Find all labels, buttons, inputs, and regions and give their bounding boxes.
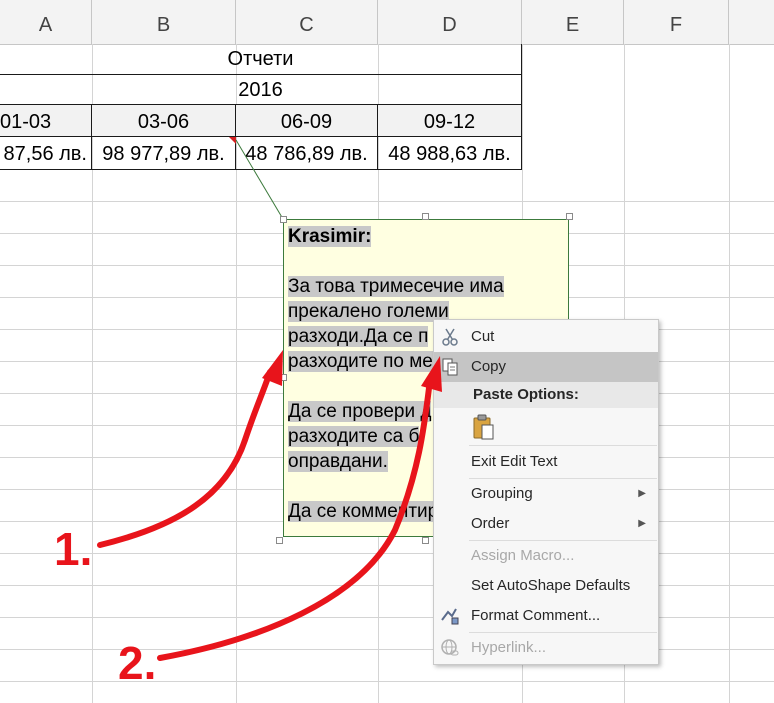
resize-handle-ne[interactable] [566,213,573,220]
table-year-cell[interactable]: 2016 [0,75,522,105]
column-header-e[interactable]: E [522,0,624,44]
column-header-b[interactable]: B [92,0,236,44]
menu-item-label: Hyperlink... [471,639,547,656]
comment-line: Да се комментир [288,501,439,522]
comment-author: Krasimir: [288,226,372,247]
menu-item-set-autoshape-defaults[interactable]: Set AutoShape Defaults [434,571,658,601]
column-header-f[interactable]: F [624,0,729,44]
paste-options-header: Paste Options: [434,382,658,408]
menu-separator [469,445,657,446]
menu-item-exit-edit-text[interactable]: Exit Edit Text [434,447,658,477]
comment-line: оправдани. [288,451,388,472]
comment-line: разходите са б [288,426,420,447]
comment-line: Да се провери д [288,401,432,422]
column-header-a[interactable]: A [0,0,92,44]
value-cell-c[interactable]: 48 786,89 лв. [236,137,378,170]
menu-item-label: Grouping [471,485,533,502]
globe-link-icon [440,638,460,658]
menu-item-label: Exit Edit Text [471,453,558,470]
copy-icon [440,357,460,377]
scissors-icon [440,327,460,347]
menu-item-label: Copy [471,358,507,375]
menu-item-format-comment[interactable]: Format Comment... [434,601,658,631]
period-cell-d[interactable]: 09-12 [378,105,522,137]
format-comment-icon [440,606,460,626]
arrow-1 [97,369,273,548]
column-header-c[interactable]: C [236,0,378,44]
submenu-arrow-icon: ▶ [638,488,646,499]
grid-row-line [0,201,774,202]
grid-row-line [0,681,774,682]
grid-column-line [729,44,730,703]
callout-1: 1. [54,523,93,575]
menu-item-copy[interactable]: Copy [434,352,658,382]
value-cell-d[interactable]: 48 988,63 лв. [378,137,522,170]
comment-line: За това тримесечие има [288,276,504,297]
resize-handle-s[interactable] [422,537,429,544]
paste-options-label: Paste Options: [473,386,579,403]
menu-item-label: Assign Macro... [471,547,575,564]
callout-2: 2. [118,637,157,689]
clipboard-icon[interactable] [472,414,496,442]
resize-handle-w[interactable] [280,374,287,381]
menu-item-assign-macro[interactable]: Assign Macro... [434,541,658,571]
menu-item-label: Order [471,515,510,532]
resize-handle-n[interactable] [422,213,429,220]
menu-item-grouping[interactable]: Grouping ▶ [434,479,658,509]
menu-item-label: Cut [471,328,495,345]
period-cell-a[interactable]: 01-03 [0,105,92,137]
table-title-cell[interactable]: Отчети [0,44,522,75]
value-cell-b[interactable]: 98 977,89 лв. [92,137,236,170]
resize-handle-nw[interactable] [280,216,287,223]
menu-item-label: Format Comment... [471,607,601,624]
context-menu: Cut Copy Paste Options: Exit Edit Text G… [433,319,659,665]
menu-item-hyperlink[interactable]: Hyperlink... [434,633,658,663]
comment-line: разходи.Да се п [288,326,429,347]
period-cell-c[interactable]: 06-09 [236,105,378,137]
column-header-d[interactable]: D [378,0,522,44]
comment-line: прекалено големи [288,301,449,322]
value-cell-a[interactable]: 87,56 лв. [0,137,92,170]
comment-line: разходите по ме [288,351,433,372]
menu-item-label: Set AutoShape Defaults [471,577,631,594]
period-cell-b[interactable]: 03-06 [92,105,236,137]
resize-handle-sw[interactable] [276,537,283,544]
submenu-arrow-icon: ▶ [638,518,646,529]
menu-item-order[interactable]: Order ▶ [434,509,658,539]
menu-item-cut[interactable]: Cut [434,322,658,352]
